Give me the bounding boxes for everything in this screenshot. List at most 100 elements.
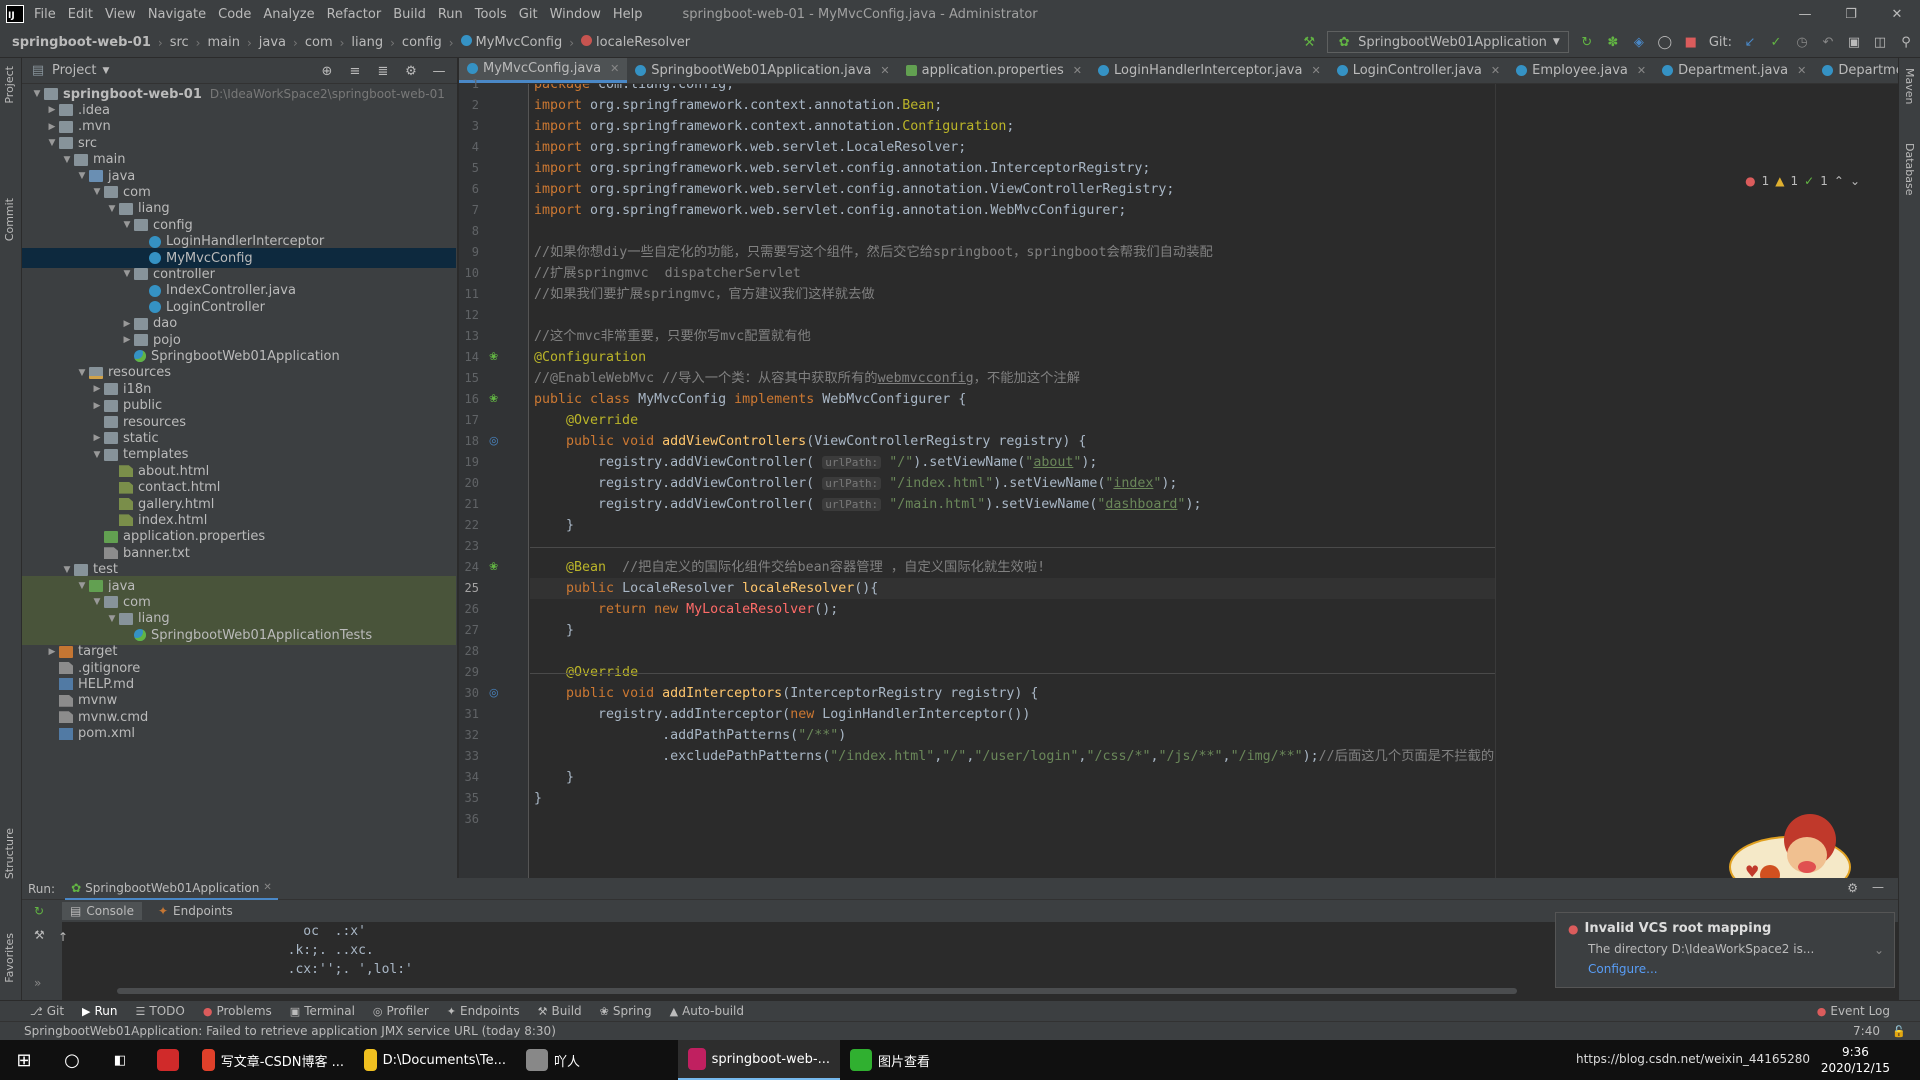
override-icon[interactable]: ◎ <box>489 434 499 447</box>
menu-window[interactable]: Window <box>550 7 601 22</box>
debug-icon[interactable]: ✽ <box>1605 34 1621 50</box>
chevron-down-icon[interactable]: ▼ <box>90 597 104 607</box>
close-icon[interactable]: ✕ <box>1637 64 1646 77</box>
gear-icon[interactable]: ⚙ <box>403 63 419 79</box>
tool-window-run[interactable]: ▶ Run <box>82 1004 117 1018</box>
search-icon[interactable]: ⚲ <box>1898 34 1914 50</box>
more-icon[interactable]: » <box>34 976 41 990</box>
editor-tab[interactable]: Department.java ✕ <box>1654 58 1814 83</box>
chevron-down-icon[interactable]: ▼ <box>45 138 59 148</box>
tool-window-terminal[interactable]: ▣ Terminal <box>290 1004 355 1018</box>
chevron-right-icon[interactable]: ▶ <box>90 384 104 394</box>
settings-wrench-icon[interactable]: ⚒ <box>34 928 45 942</box>
clock-date[interactable]: 2020/12/15 <box>1821 1060 1890 1076</box>
lock-icon[interactable]: 🔓 <box>1892 1025 1906 1038</box>
layout-icon[interactable]: ◫ <box>1872 34 1888 50</box>
horizontal-scrollbar[interactable] <box>117 988 1517 994</box>
database-tool-tab[interactable]: Database <box>1903 143 1916 196</box>
spring-bean-icon[interactable]: ❀ <box>489 350 498 363</box>
override-icon[interactable]: ◎ <box>489 686 499 699</box>
pinned-app[interactable] <box>144 1040 192 1080</box>
menu-code[interactable]: Code <box>218 7 251 22</box>
close-icon[interactable]: ✕ <box>1073 64 1082 77</box>
menu-edit[interactable]: Edit <box>68 7 93 22</box>
menu-file[interactable]: File <box>34 7 56 22</box>
editor-tab[interactable]: MyMvcConfig.java ✕ <box>459 58 628 83</box>
tool-window-spring[interactable]: ❀ Spring <box>600 1004 652 1018</box>
chevron-right-icon[interactable]: ▶ <box>45 647 59 657</box>
taskbar-app[interactable]: 图片查看 <box>840 1040 1002 1080</box>
spring-bean-icon[interactable]: ❀ <box>489 560 498 573</box>
menu-refactor[interactable]: Refactor <box>327 7 382 22</box>
rerun-icon[interactable]: ↻ <box>1579 34 1595 50</box>
git-history-icon[interactable]: ◷ <box>1794 34 1810 50</box>
gear-icon[interactable]: ⚙ <box>1847 881 1858 895</box>
project-structure-icon[interactable]: ▣ <box>1846 34 1862 50</box>
git-commit-icon[interactable]: ✓ <box>1768 34 1784 50</box>
editor-tab[interactable]: LoginController.java ✕ <box>1329 58 1508 83</box>
hide-icon[interactable]: — <box>1872 880 1884 894</box>
profile-icon[interactable]: ◯ <box>1657 34 1673 50</box>
editor-tab[interactable]: application.properties ✕ <box>898 58 1090 83</box>
chevron-down-icon[interactable]: ▼ <box>120 269 134 279</box>
breadcrumb-item[interactable]: springboot-web-01 <box>12 35 151 50</box>
tool-window-profiler[interactable]: ◎ Profiler <box>373 1004 429 1018</box>
close-icon[interactable]: ✕ <box>1311 64 1320 77</box>
chevron-right-icon[interactable]: ▶ <box>120 335 134 345</box>
code-editor[interactable]: ● 1 ▲ 1 ✓ 1 ⌃ ⌄ package com.liang.config; im… <box>530 84 1896 878</box>
breadcrumb-item[interactable]: java <box>259 35 286 50</box>
chevron-down-icon[interactable]: ▼ <box>75 581 89 591</box>
structure-tool-tab[interactable]: Structure <box>3 828 16 879</box>
breadcrumb-item[interactable]: main <box>207 35 239 50</box>
menu-build[interactable]: Build <box>393 7 426 22</box>
editor-tab[interactable]: SpringbootWeb01Application.java ✕ <box>627 58 897 83</box>
close-icon[interactable]: ✕ <box>1797 64 1806 77</box>
chevron-down-icon[interactable]: ▼ <box>90 187 104 197</box>
commit-tool-tab[interactable]: Commit <box>3 198 16 241</box>
hide-icon[interactable]: — <box>431 63 447 79</box>
run-config-selector[interactable]: ✿ SpringbootWeb01Application ▼ <box>1327 31 1569 53</box>
expand-all-icon[interactable]: ≡ <box>347 63 363 79</box>
taskbar-app[interactable]: springboot-web-... <box>678 1040 840 1080</box>
close-icon[interactable]: ✕ <box>610 62 619 75</box>
git-rollback-icon[interactable]: ↶ <box>1820 34 1836 50</box>
tool-window-git[interactable]: ⎇ Git <box>30 1004 64 1018</box>
chevron-right-icon[interactable]: ▶ <box>120 319 134 329</box>
collapse-all-icon[interactable]: ≣ <box>375 63 391 79</box>
close-icon[interactable]: ✕ <box>263 882 271 893</box>
tree-item[interactable]: pom.xml <box>22 724 456 744</box>
chevron-up-icon[interactable]: ⌃ <box>1834 174 1844 188</box>
start-button[interactable]: ⊞ <box>0 1040 48 1080</box>
coverage-icon[interactable]: ◈ <box>1631 34 1647 50</box>
locate-icon[interactable]: ⊕ <box>319 63 335 79</box>
breadcrumb-item[interactable]: localeResolver <box>581 35 690 50</box>
chevron-down-icon[interactable]: ⌄ <box>1850 174 1860 188</box>
taskbar-app[interactable]: 吖人 <box>516 1040 678 1080</box>
spring-bean-icon[interactable]: ❀ <box>489 392 498 405</box>
menu-help[interactable]: Help <box>613 7 643 22</box>
endpoints-tab[interactable]: ✦ Endpoints <box>158 904 233 918</box>
editor-tab[interactable]: DepartmentDao.java✕ <box>1814 58 1898 83</box>
breadcrumb-item[interactable]: MyMvcConfig <box>460 35 562 50</box>
tool-window-problems[interactable]: ● Problems <box>203 1004 272 1018</box>
chevron-right-icon[interactable]: ▶ <box>45 105 59 115</box>
run-tab[interactable]: ✿ SpringbootWeb01Application ✕ <box>65 878 278 900</box>
chevron-down-icon[interactable]: ▼ <box>105 614 119 624</box>
chevron-down-icon[interactable]: ▼ <box>75 171 89 181</box>
rerun-icon[interactable]: ↻ <box>34 904 44 918</box>
console-tab[interactable]: ▤ Console <box>62 902 142 920</box>
menu-tools[interactable]: Tools <box>475 7 507 22</box>
taskbar-app[interactable]: D:\Documents\Te... <box>354 1040 516 1080</box>
build-hammer-icon[interactable]: ⚒ <box>1301 34 1317 50</box>
project-tool-tab[interactable]: Project <box>3 66 16 104</box>
chevron-down-icon[interactable]: ▼ <box>60 155 74 165</box>
chevron-down-icon[interactable]: ▼ <box>30 89 44 99</box>
vcs-notification[interactable]: ● Invalid VCS root mapping The directory… <box>1555 912 1895 988</box>
tool-window-build[interactable]: ⚒ Build <box>538 1004 582 1018</box>
git-update-icon[interactable]: ↙ <box>1742 34 1758 50</box>
close-button[interactable]: ✕ <box>1874 0 1920 28</box>
menu-run[interactable]: Run <box>438 7 463 22</box>
caret-position[interactable]: 7:40 <box>1853 1024 1880 1038</box>
clock-time[interactable]: 9:36 <box>1821 1044 1890 1060</box>
chevron-right-icon[interactable]: ▶ <box>90 433 104 443</box>
